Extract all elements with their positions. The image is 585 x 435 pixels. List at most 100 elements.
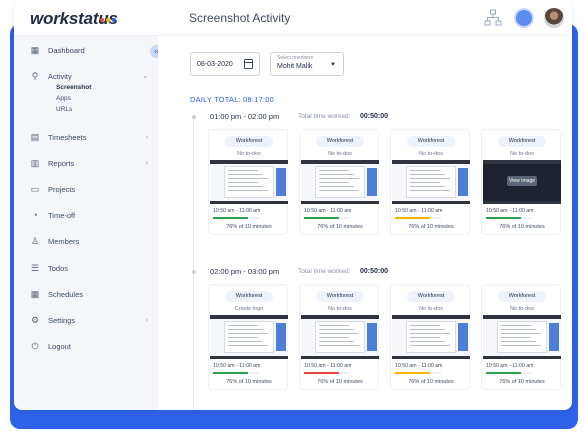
sidebar-item-label: Time-off bbox=[48, 210, 76, 220]
top-header: workstatus Screenshot Activity bbox=[14, 0, 572, 36]
todo-label: No to-dos bbox=[510, 306, 534, 312]
thumb-text-line bbox=[319, 325, 349, 326]
member-select-label: Select members bbox=[277, 55, 314, 61]
sidebar-item-dashboard[interactable]: ▦ Dashboard bbox=[30, 43, 148, 57]
sidebar-item-label: Logout bbox=[48, 341, 71, 351]
card-time-range: 10:50 am - 11:00 am bbox=[395, 208, 443, 214]
org-chart-icon[interactable] bbox=[484, 9, 502, 27]
thumb-text-line bbox=[410, 329, 445, 330]
caret-down-icon: ▼ bbox=[330, 62, 336, 68]
todo-label: No to-dos bbox=[510, 151, 534, 157]
screenshot-thumbnail[interactable]: View Image bbox=[483, 160, 561, 204]
sidebar-item-logout[interactable]: ⏻ Logout bbox=[30, 339, 148, 353]
card-time-range: 10:50 am - 11:00 am bbox=[486, 208, 534, 214]
message-icon[interactable] bbox=[514, 8, 534, 28]
thumb-text-line bbox=[319, 341, 354, 342]
activity-bar bbox=[304, 217, 350, 219]
app-window: workstatus Screenshot Activity « ▦ Dashbo… bbox=[14, 0, 572, 410]
daily-total: DAILY TOTAL: 08:17:00 bbox=[190, 95, 274, 104]
activity-percent: 76% of 10 minutes bbox=[226, 379, 272, 385]
sidebar-item-timesheets[interactable]: ▤ Timesheets › bbox=[30, 130, 148, 144]
screenshot-card[interactable]: Workforest No to-dos 10:50 am - 11:00 am 76… bbox=[390, 284, 470, 390]
activity-icon: ⚲ bbox=[31, 71, 39, 81]
chevron-down-icon: ⌄ bbox=[142, 73, 148, 80]
screenshot-thumbnail[interactable] bbox=[301, 315, 379, 359]
sidebar-item-activity[interactable]: ⚲ Activity ⌄ bbox=[30, 69, 148, 83]
screenshot-thumbnail[interactable] bbox=[210, 160, 288, 204]
activity-percent: 76% of 10 minutes bbox=[226, 224, 272, 230]
thumb-titlebar bbox=[392, 315, 470, 319]
thumb-text-line bbox=[228, 170, 258, 171]
thumb-text-line bbox=[228, 325, 258, 326]
view-image-button[interactable]: View Image bbox=[507, 176, 537, 186]
sidebar-item-label: Projects bbox=[48, 184, 76, 194]
sidebar-item-settings[interactable]: ⚙ Settings › bbox=[30, 313, 148, 327]
thumb-accent bbox=[276, 323, 286, 351]
activity-percent: 76% of 10 minutes bbox=[499, 379, 545, 385]
screenshot-card[interactable]: Workforest No to-dos 10:50 am - 11:00 am 76… bbox=[208, 129, 288, 235]
sidebar-subitem-apps[interactable]: Apps bbox=[56, 95, 71, 102]
activity-bar-fill bbox=[304, 217, 339, 219]
sidebar-subitem-screenshot[interactable]: Screenshot bbox=[56, 84, 91, 91]
total-worked-label: Total time worked: bbox=[298, 113, 351, 120]
screenshot-card[interactable]: Workforest No to-dos 10:50 am - 11:00 am 76… bbox=[390, 129, 470, 235]
thumb-text-line bbox=[410, 337, 440, 338]
thumb-text-line bbox=[319, 182, 349, 183]
sidebar-item-label: Dashboard bbox=[48, 45, 85, 55]
thumb-taskbar bbox=[392, 201, 470, 204]
thumb-text-line bbox=[228, 174, 263, 175]
thumb-text-line bbox=[410, 182, 440, 183]
todos-icon: ☰ bbox=[30, 263, 40, 273]
thumb-titlebar bbox=[301, 160, 379, 164]
logo-dot bbox=[106, 18, 110, 22]
sidebar-subitem-urls[interactable]: URLs bbox=[56, 106, 72, 113]
thumb-text-line bbox=[319, 170, 349, 171]
activity-percent: 76% of 10 minutes bbox=[408, 224, 454, 230]
thumb-text-line bbox=[319, 337, 349, 338]
screenshot-thumbnail[interactable] bbox=[392, 315, 470, 359]
thumb-text-line bbox=[319, 178, 359, 179]
card-time-range: 10:50 am - 11:00 am bbox=[213, 208, 261, 214]
activity-bar bbox=[213, 217, 259, 219]
sidebar: « ▦ Dashboard ⚲ Activity ⌄ Screenshot Apps URLs… bbox=[14, 36, 163, 410]
thumb-taskbar bbox=[210, 201, 288, 204]
reports-icon: ▥ bbox=[30, 158, 40, 168]
timeline-line bbox=[193, 114, 194, 410]
sidebar-item-label: Members bbox=[48, 236, 80, 246]
user-avatar[interactable] bbox=[544, 8, 564, 28]
screenshot-thumbnail[interactable] bbox=[301, 160, 379, 204]
thumb-taskbar bbox=[301, 356, 379, 359]
thumb-accent bbox=[367, 323, 377, 351]
thumb-text-line bbox=[319, 345, 359, 346]
screenshot-card[interactable]: Workforest Create logo 10:50 am - 11:00 am… bbox=[208, 284, 288, 390]
screenshot-card[interactable]: Workforest No to-dos View Image 10:50 am - … bbox=[481, 129, 561, 235]
sidebar-item-todos[interactable]: ☰ Todos bbox=[30, 261, 148, 275]
date-picker[interactable]: 08-03-2020 bbox=[190, 52, 260, 76]
sidebar-item-members[interactable]: ♙ Members bbox=[30, 234, 148, 248]
sidebar-item-reports[interactable]: ▥ Reports › bbox=[30, 156, 148, 170]
page-title: Screenshot Activity bbox=[189, 11, 291, 25]
screenshot-card[interactable]: Workforest No to-dos 10:50 am - 11:00 am 76… bbox=[299, 129, 379, 235]
thumb-text-line bbox=[501, 329, 536, 330]
screenshot-thumbnail[interactable] bbox=[210, 315, 288, 359]
card-time-range: 10:50 am - 11:00 am bbox=[213, 363, 261, 369]
member-select[interactable]: Select members Mohit Malik ▼ bbox=[270, 52, 344, 76]
thumb-text-line bbox=[501, 337, 531, 338]
activity-bar-fill bbox=[486, 372, 521, 374]
thumb-accent bbox=[549, 323, 559, 351]
sidebar-item-projects[interactable]: ▭ Projects bbox=[30, 182, 148, 196]
screenshot-card[interactable]: Workforest No to-dos 10:50 am - 11:00 am 76… bbox=[299, 284, 379, 390]
activity-bar bbox=[395, 372, 441, 374]
screenshot-thumbnail[interactable] bbox=[483, 315, 561, 359]
todo-label: No to-dos bbox=[328, 306, 352, 312]
projects-icon: ▭ bbox=[30, 184, 40, 194]
todo-label: No to-dos bbox=[419, 151, 443, 157]
thumb-text-line bbox=[228, 190, 268, 191]
screenshot-card[interactable]: Workforest No to-dos 10:50 am - 11:00 am 76… bbox=[481, 284, 561, 390]
sidebar-item-time-off[interactable]: ◔ Time-off bbox=[30, 208, 148, 222]
thumb-text-line bbox=[410, 174, 445, 175]
schedules-icon: ▦ bbox=[30, 289, 40, 299]
sidebar-item-schedules[interactable]: ▦ Schedules bbox=[30, 287, 148, 301]
screenshot-thumbnail[interactable] bbox=[392, 160, 470, 204]
members-icon: ♙ bbox=[30, 236, 40, 246]
